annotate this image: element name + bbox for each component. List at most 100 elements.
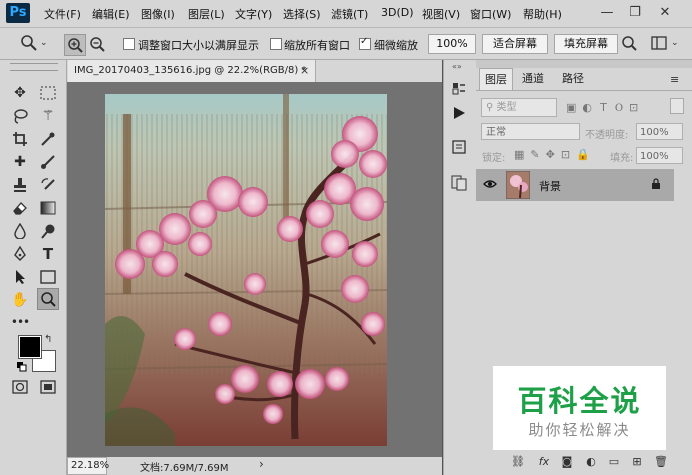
workspace-chevron-icon[interactable]: ⌄ bbox=[671, 38, 679, 48]
fill-field[interactable]: 100% bbox=[636, 147, 683, 164]
quick-mask-icon[interactable] bbox=[12, 380, 28, 394]
hand-tool-icon[interactable]: ✋ bbox=[9, 289, 31, 311]
tab-channels[interactable]: 通道 bbox=[515, 68, 551, 90]
zoom-all-checkbox[interactable] bbox=[270, 38, 282, 50]
blur-tool-icon[interactable] bbox=[9, 220, 31, 242]
panel-grip[interactable] bbox=[476, 60, 692, 68]
glyphs-panel-icon[interactable] bbox=[447, 172, 471, 194]
zoom-tool-icon[interactable] bbox=[37, 288, 59, 310]
lasso-tool-icon[interactable] bbox=[9, 105, 31, 127]
menu-type[interactable]: 文字(Y) bbox=[235, 6, 272, 22]
watermark-title: 百科全说 bbox=[517, 384, 642, 418]
menu-file[interactable]: 文件(F) bbox=[44, 6, 81, 22]
resize-windows-label: 调整窗口大小以满屏显示 bbox=[138, 39, 259, 52]
link-layers-icon[interactable]: ⛓ bbox=[509, 455, 527, 471]
panel-divider bbox=[476, 90, 692, 91]
history-panel-icon[interactable] bbox=[447, 78, 471, 100]
fit-screen-button[interactable]: 适合屏幕 bbox=[482, 34, 548, 54]
zoom-out-icon[interactable] bbox=[88, 35, 108, 55]
clone-stamp-icon[interactable] bbox=[9, 174, 31, 196]
zoom-in-icon[interactable] bbox=[64, 34, 86, 56]
history-brush-icon[interactable] bbox=[37, 174, 59, 196]
menu-layer[interactable]: 图层(L) bbox=[188, 6, 225, 22]
fx-icon[interactable]: fx bbox=[535, 455, 553, 471]
layer-thumbnail bbox=[506, 171, 530, 199]
panel-menu-icon[interactable]: ≡ bbox=[670, 73, 684, 86]
close-window-button[interactable]: ✕ bbox=[652, 2, 678, 24]
trash-icon[interactable]: 🗑 bbox=[652, 455, 670, 471]
eraser-tool-icon[interactable] bbox=[9, 197, 31, 219]
document-size-info: 文档:7.69M/7.69M bbox=[140, 463, 229, 474]
search-icon[interactable] bbox=[621, 35, 639, 53]
path-selection-icon[interactable] bbox=[9, 266, 31, 288]
fill-screen-button[interactable]: 填充屏幕 bbox=[554, 34, 618, 54]
tab-layers[interactable]: 图层 bbox=[479, 68, 513, 91]
opacity-label: 不透明度: bbox=[585, 130, 629, 141]
zoom-100-button[interactable]: 100% bbox=[428, 34, 476, 54]
app-logo: Ps bbox=[6, 3, 30, 23]
workspace-icon[interactable] bbox=[651, 36, 667, 50]
new-group-icon[interactable]: ▭ bbox=[605, 455, 623, 471]
lock-icon bbox=[650, 178, 662, 190]
properties-panel-icon[interactable] bbox=[447, 136, 471, 158]
marquee-tool-icon[interactable] bbox=[37, 82, 59, 104]
gradient-tool-icon[interactable] bbox=[37, 197, 59, 219]
collapse-icon[interactable]: «» bbox=[452, 62, 466, 71]
menu-filter[interactable]: 滤镜(T) bbox=[331, 6, 368, 22]
healing-brush-icon[interactable]: ✚ bbox=[9, 151, 31, 173]
crop-tool-icon[interactable] bbox=[9, 128, 31, 150]
document-image bbox=[105, 94, 387, 446]
watermark-subtitle: 助你轻松解决 bbox=[528, 421, 631, 439]
eyedropper-icon[interactable] bbox=[37, 128, 59, 150]
brush-tool-icon[interactable] bbox=[37, 151, 59, 173]
tools-panel-grip[interactable] bbox=[10, 63, 58, 71]
filter-kind-label: 类型 bbox=[496, 102, 517, 113]
new-layer-icon[interactable]: ⊞ bbox=[628, 455, 646, 471]
restore-button[interactable]: ❐ bbox=[622, 2, 648, 24]
magic-wand-icon[interactable]: ⚚ bbox=[37, 105, 59, 127]
scrubby-zoom-checkbox[interactable] bbox=[359, 36, 371, 50]
blend-mode-select[interactable]: 正常 bbox=[481, 123, 580, 140]
lock-label: 锁定: bbox=[482, 153, 506, 164]
zoom-level-field[interactable]: 22.18% bbox=[67, 457, 109, 475]
eye-icon[interactable] bbox=[483, 179, 497, 189]
menu-3d[interactable]: 3D(D) bbox=[381, 6, 414, 19]
layer-filter-select[interactable]: ⚲ 类型 bbox=[481, 98, 557, 117]
status-bar bbox=[67, 457, 442, 475]
opacity-field[interactable]: 100% bbox=[636, 123, 683, 140]
tab-paths[interactable]: 路径 bbox=[555, 68, 591, 90]
watermark: 百科全说 助你轻松解决 bbox=[493, 366, 666, 450]
filter-toggle[interactable] bbox=[670, 98, 684, 114]
adjustment-layer-icon[interactable]: ◐ bbox=[582, 455, 600, 471]
foreground-color-swatch[interactable] bbox=[18, 335, 42, 359]
dodge-tool-icon[interactable] bbox=[37, 220, 59, 242]
status-menu-arrow[interactable]: › bbox=[259, 457, 264, 471]
more-tools-icon[interactable]: ••• bbox=[9, 311, 31, 333]
pen-tool-icon[interactable] bbox=[9, 243, 31, 265]
close-document-button[interactable]: × bbox=[300, 60, 314, 82]
minimize-button[interactable]: — bbox=[594, 2, 620, 24]
menu-view[interactable]: 视图(V) bbox=[422, 6, 460, 22]
zoom-tool-preset-icon[interactable] bbox=[20, 34, 38, 52]
screen-mode-icon[interactable] bbox=[40, 380, 56, 394]
menu-select[interactable]: 选择(S) bbox=[283, 6, 321, 22]
move-tool-icon[interactable]: ✥ bbox=[9, 82, 31, 104]
document-tab[interactable]: IMG_20170403_135616.jpg @ 22.2%(RGB/8) * bbox=[68, 60, 316, 82]
lock-icons[interactable]: ▦✎✥⊡🔒 bbox=[514, 148, 596, 161]
resize-windows-checkbox[interactable] bbox=[123, 38, 135, 50]
filter-icons[interactable]: ▣◐ＴⲞ⊡ bbox=[566, 99, 644, 115]
menu-help[interactable]: 帮助(H) bbox=[523, 6, 562, 22]
default-colors-icon[interactable] bbox=[17, 362, 27, 372]
menu-window[interactable]: 窗口(W) bbox=[470, 6, 511, 22]
actions-play-icon[interactable] bbox=[447, 102, 471, 124]
menu-edit[interactable]: 编辑(E) bbox=[92, 6, 130, 22]
swap-colors-icon[interactable]: ↰ bbox=[44, 334, 56, 346]
layer-name[interactable]: 背景 bbox=[539, 178, 561, 194]
filter-search-icon: ⚲ bbox=[486, 102, 494, 113]
type-tool-icon[interactable]: T bbox=[37, 243, 59, 265]
menu-image[interactable]: 图像(I) bbox=[141, 6, 175, 22]
add-mask-icon[interactable]: ◙ bbox=[558, 455, 576, 471]
chevron-down-icon[interactable]: ⌄ bbox=[40, 38, 48, 48]
scrubby-zoom-label: 细微缩放 bbox=[374, 39, 418, 52]
rectangle-tool-icon[interactable] bbox=[37, 266, 59, 288]
